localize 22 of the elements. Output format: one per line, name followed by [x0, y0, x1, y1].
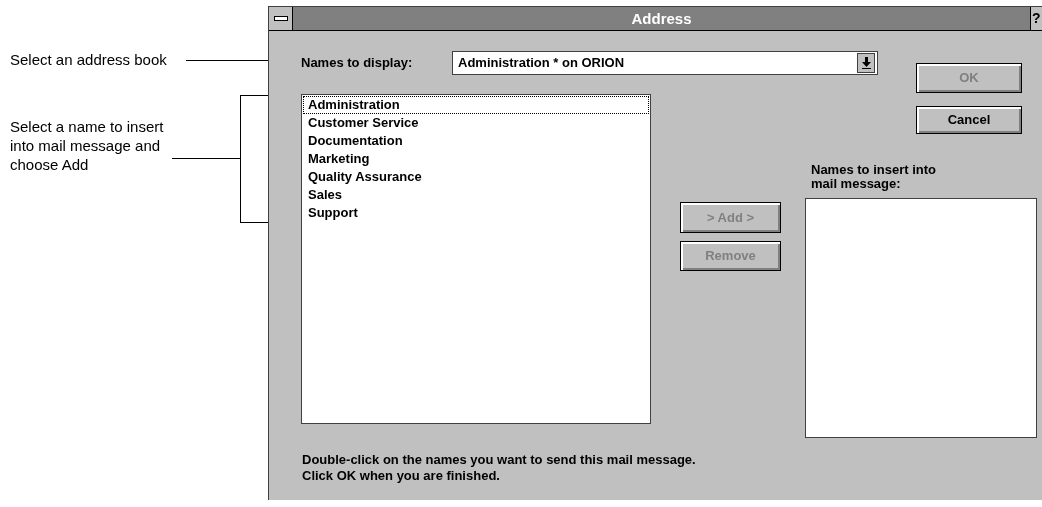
list-item[interactable]: Sales	[303, 186, 649, 204]
list-item[interactable]: Documentation	[303, 132, 649, 150]
window-title: Address	[630, 9, 693, 29]
list-item[interactable]: Quality Assurance	[303, 168, 649, 186]
instruction-text: Click OK when you are finished.	[302, 468, 501, 484]
list-item[interactable]: Customer Service	[303, 114, 649, 132]
list-item[interactable]: Administration	[303, 96, 649, 114]
minus-icon	[273, 16, 288, 21]
list-item[interactable]: Marketing	[303, 150, 649, 168]
dropdown-button[interactable]	[857, 53, 875, 73]
down-arrow-icon	[861, 57, 871, 69]
names-list-box[interactable]: Administration Customer Service Documentation Marketing Quality Assurance Sales Support	[301, 94, 651, 424]
callout-text: Select an address book	[10, 50, 168, 69]
help-button[interactable]: ?	[1030, 7, 1042, 30]
instruction-text: Double-click on the names you want to send this mail message.	[302, 452, 697, 468]
control-menu-button[interactable]	[269, 7, 293, 30]
callout-text: Select a name to insert into mail message and choose Add	[10, 117, 165, 174]
address-book-dropdown[interactable]: Administration * on ORION	[452, 51, 878, 75]
field-label: Names to display:	[301, 54, 414, 73]
field-label: Names to insert into mail message:	[811, 163, 937, 191]
cancel-button[interactable]: Cancel	[916, 106, 1022, 134]
list-item[interactable]: Support	[303, 204, 649, 222]
